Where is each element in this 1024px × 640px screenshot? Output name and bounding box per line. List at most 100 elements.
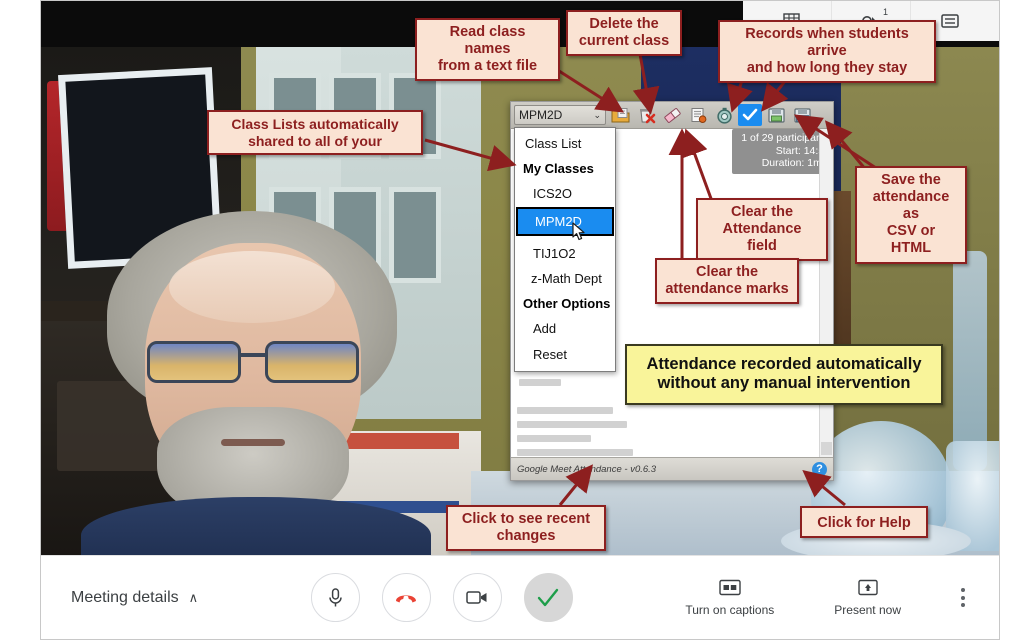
save-csv-icon[interactable] [764,104,788,126]
dropdown-label: z-Math Dept [531,271,602,286]
screenshot-root: 1 MPM2D ⌄ HTML 1 of 29 participants Star… [0,0,1024,640]
save-html-icon[interactable]: HTML [790,104,814,126]
dropdown-label: My Classes [523,161,594,176]
present-icon [857,579,878,595]
attendance-row-redacted [517,449,633,456]
kebab-dot [960,588,965,592]
captions-label: Turn on captions [685,602,775,617]
clear-attendance-marks-icon[interactable] [660,104,684,126]
dropdown-item-ics2o[interactable]: ICS2O [515,181,615,206]
version-label[interactable]: Google Meet Attendance - v0.6.3 [517,464,656,475]
dropdown-group-my-classes: My Classes [515,156,615,181]
annotation-recent-changes: Click to see recent changes [446,505,606,552]
bottom-right-group: Turn on captions Present now [685,579,965,617]
camera-button[interactable] [452,573,502,622]
present-label: Present now [834,602,901,617]
attendance-scrollbar[interactable] [819,129,833,457]
meeting-start-text: Start: 14:59 [775,144,830,157]
extension-toolbar: MPM2D ⌄ HTML [511,102,833,129]
annotation-delete-class: Delete the current class [566,10,682,57]
person-glasses [147,341,359,385]
dropdown-item-reset[interactable]: Reset [515,341,615,368]
meet-bottom-bar: Meeting details ∧ Turn on captions Prese… [41,555,999,639]
callout-line: attendance marks [665,281,789,298]
annotation-auto-recorded: Attendance recorded automatically withou… [625,344,943,405]
callout-line: current class [578,33,670,50]
annotation-save-csv-html: Save the attendance as CSV or HTML [855,166,967,264]
dropdown-item-class-list[interactable]: Class List [515,131,615,156]
scrollbar-thumb[interactable] [821,442,832,455]
dropdown-item-z-math-dept[interactable]: z-Math Dept [515,266,615,291]
dropdown-label: Reset [533,347,567,362]
clear-attendance-field-icon[interactable] [686,104,710,126]
callout-line: from a text file [437,58,538,75]
callout-line: Save the [881,172,941,188]
meeting-duration-text: Duration: 1min [761,157,830,169]
callout-line: Read class names [449,24,526,58]
present-now-button[interactable]: Present now [834,579,901,617]
checkbox-checked-icon[interactable] [738,104,762,126]
dropdown-group-other-options: Other Options [515,291,615,316]
dropdown-label: ICS2O [533,186,573,201]
callout-line: Clear the [695,264,759,280]
hang-up-button[interactable] [381,573,431,622]
more-options-button[interactable] [960,588,965,607]
mouse-cursor-icon [572,222,585,241]
annotation-class-lists-shared: Class Lists automatically shared to all … [207,110,423,156]
callout-line: and how long they stay [746,60,908,77]
callout-line: without any manual intervention [657,374,911,393]
participants-count-text: 1 of 29 participants [741,132,830,144]
callout-line: Attendance field [722,221,802,255]
extension-footer: Google Meet Attendance - v0.6.3 ? [511,457,833,480]
dropdown-item-add[interactable]: Add [515,316,615,341]
microphone-button[interactable] [310,573,360,622]
callout-line: Click to see recent [461,511,591,527]
callout-line: Click for Help [817,515,911,531]
help-icon[interactable]: ? [812,461,827,477]
callout-line: changes [496,528,556,545]
turn-on-captions-button[interactable]: Turn on captions [685,579,774,617]
kebab-dot [960,603,965,607]
bottle [953,251,987,471]
dropdown-label: TIJ1O2 [533,246,576,261]
call-controls [310,573,573,622]
annotation-click-for-help: Click for Help [800,506,928,539]
person-forehead-highlight [169,251,335,323]
kebab-dot [960,595,965,600]
webcam-person [71,211,431,557]
attendance-row-redacted [517,407,613,414]
glasses-bridge [241,353,267,357]
open-class-list-icon[interactable] [608,104,632,126]
attendance-row-redacted [517,435,591,442]
captions-icon [719,579,741,595]
participants-info-tooltip: 1 of 29 participants Start: 14:59 Durati… [732,129,833,174]
annotation-read-class-names: Read class names from a text file [415,18,560,82]
class-select[interactable]: MPM2D ⌄ [514,105,606,125]
dropdown-label: Class List [525,136,582,151]
video-stage: 1 MPM2D ⌄ HTML 1 of 29 participants Star… [41,1,999,557]
callout-line: CSV or HTML [886,223,936,257]
attendance-row-redacted [519,379,561,386]
delete-class-icon[interactable] [634,104,658,126]
chevron-down-icon: ⌄ [593,109,601,120]
annotation-records-arrival: Records when students arrive and how lon… [718,20,936,84]
meeting-details-label: Meeting details [71,588,179,606]
timer-icon[interactable] [712,104,736,126]
annotation-clear-attendance-marks: Clear the attendance marks [655,258,799,305]
svg-text:HTML: HTML [796,116,809,121]
callout-line: Attendance recorded automatically [646,355,922,373]
callout-line: Class Lists automatically [231,116,399,132]
annotation-clear-attendance-field: Clear the Attendance field [696,198,828,262]
attendance-check-button[interactable] [523,573,573,622]
dropdown-item-mpm2d[interactable]: MPM2D [516,207,614,241]
callout-line: Records when students arrive [745,26,909,60]
meeting-details-button[interactable]: Meeting details ∧ [71,589,198,607]
glasses-lens-right [265,341,359,383]
glasses-lens-left [147,341,241,383]
dropdown-item-tij1o2[interactable]: TIJ1O2 [515,237,615,266]
callout-line: Clear the [730,204,794,220]
callout-line: attendance as [872,189,950,223]
person-mouth [221,439,285,446]
class-dropdown-menu[interactable]: Class List My Classes ICS2O MPM2D TIJ1O2 [514,127,616,372]
class-select-value: MPM2D [519,108,563,122]
